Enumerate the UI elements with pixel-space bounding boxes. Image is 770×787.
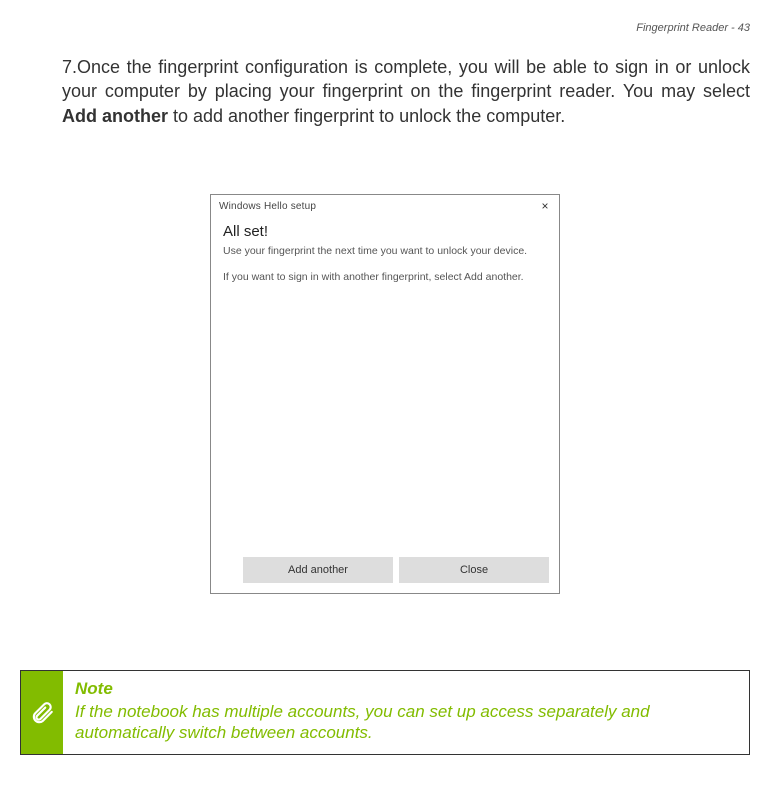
dialog-paragraph-1: Use your fingerprint the next time you w… [223, 244, 547, 258]
dialog-title: Windows Hello setup [219, 201, 537, 212]
step-number: 7. [62, 57, 77, 77]
close-button[interactable]: Close [399, 557, 549, 583]
note-body: If the notebook has multiple accounts, y… [75, 701, 737, 744]
dialog-button-row: Add another Close [243, 557, 549, 583]
add-another-button[interactable]: Add another [243, 557, 393, 583]
note-icon-column [21, 671, 63, 754]
dialog-body: All set! Use your fingerprint the next t… [211, 217, 559, 284]
note-text: Note If the notebook has multiple accoun… [63, 671, 749, 754]
dialog-paragraph-2: If you want to sign in with another fing… [223, 270, 547, 284]
windows-hello-dialog: Windows Hello setup × All set! Use your … [210, 194, 560, 594]
paperclip-icon [29, 700, 55, 726]
step-text-2: to add another fingerprint to unlock the… [168, 106, 565, 126]
step-text-1: Once the fingerprint configuration is co… [62, 57, 750, 101]
dialog-heading: All set! [223, 223, 547, 240]
close-icon[interactable]: × [537, 199, 553, 213]
page-header: Fingerprint Reader - 43 [636, 22, 750, 34]
header-text: Fingerprint Reader - 43 [636, 22, 750, 34]
dialog-titlebar: Windows Hello setup × [211, 195, 559, 217]
instruction-step: 7.Once the fingerprint configuration is … [62, 55, 750, 128]
step-bold: Add another [62, 106, 168, 126]
note-title: Note [75, 679, 737, 699]
note-box: Note If the notebook has multiple accoun… [20, 670, 750, 755]
